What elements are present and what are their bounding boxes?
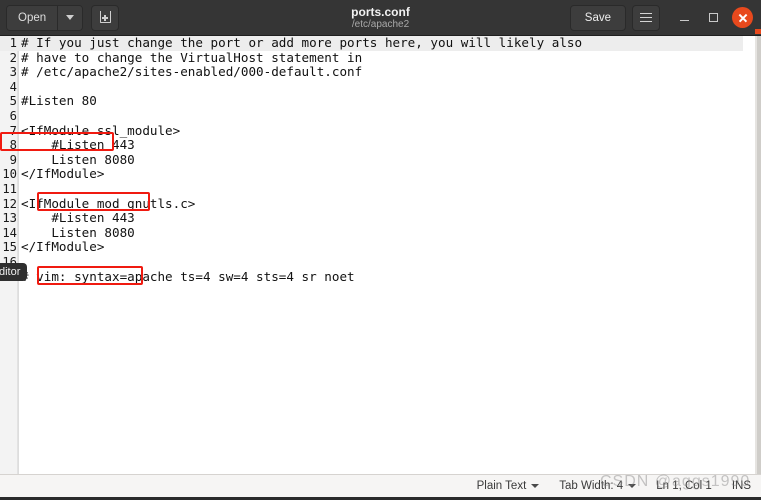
- text-editor-window: Open ports.conf /etc/apache2 Save 1 # If…: [0, 0, 761, 500]
- window-controls: [674, 7, 753, 28]
- code-line[interactable]: 10 </IfModule>: [0, 167, 743, 182]
- code-line[interactable]: 8 #Listen 443: [0, 138, 743, 153]
- open-dropdown-button[interactable]: [58, 5, 83, 30]
- line-number: 13: [2, 211, 17, 226]
- line-number: 12: [2, 196, 17, 211]
- line-source: </IfModule>: [21, 166, 105, 182]
- code-line[interactable]: 1 # If you just change the port or add mo…: [0, 36, 743, 51]
- header-left-actions: Open: [6, 4, 120, 31]
- code-line[interactable]: 2 # have to change the VirtualHost statem…: [0, 49, 743, 66]
- new-document-button[interactable]: [91, 4, 120, 31]
- line-source: #Listen 443: [21, 137, 135, 153]
- status-tooltip: ditor: [0, 263, 28, 281]
- minimize-icon: [679, 19, 689, 22]
- line-number: 9: [9, 152, 17, 167]
- tab-width-selector[interactable]: Tab Width: 4: [559, 480, 637, 492]
- line-number: 2: [9, 50, 17, 65]
- header-bar: Open ports.conf /etc/apache2 Save: [0, 0, 761, 36]
- code-text[interactable]: 1 # If you just change the port or add mo…: [0, 36, 743, 284]
- line-source: <IfModule ssl_module>: [21, 122, 181, 138]
- language-label: Plain Text: [476, 480, 527, 492]
- code-line[interactable]: 6: [0, 109, 743, 124]
- code-line[interactable]: 15 </IfModule>: [0, 240, 743, 255]
- line-number: 10: [2, 167, 17, 182]
- language-selector[interactable]: Plain Text: [477, 480, 540, 492]
- code-line[interactable]: 17# vim: syntax=apache ts=4 sw=4 sts=4 s…: [0, 268, 743, 285]
- editor-area[interactable]: 1 # If you just change the port or add mo…: [0, 36, 761, 474]
- line-number: 1: [9, 36, 17, 50]
- line-number: 3: [9, 65, 17, 80]
- tab-width-label: Tab Width: 4: [559, 480, 624, 492]
- line-source: </IfModule>: [21, 239, 105, 255]
- code-line[interactable]: 7 <IfModule ssl_module>: [0, 122, 743, 139]
- file-path-subtitle: /etc/apache2: [351, 19, 410, 30]
- chevron-down-icon: [66, 15, 75, 20]
- code-line[interactable]: 14 Listen 8080: [0, 224, 743, 241]
- cursor-position-label: Ln 1, Col 1: [656, 480, 712, 492]
- line-number: 15: [2, 240, 17, 255]
- maximize-icon: [708, 13, 718, 22]
- open-button[interactable]: Open: [7, 5, 59, 30]
- new-document-icon: [99, 11, 112, 24]
- insert-mode-label: INS: [731, 480, 751, 492]
- code-line[interactable]: 12 <IfModule mod_gnutls.c>: [0, 195, 743, 212]
- line-number: 11: [2, 181, 17, 196]
- line-number: 5: [9, 94, 17, 109]
- line-number: 14: [2, 225, 17, 240]
- open-button-group: Open: [6, 4, 84, 31]
- line-source: Listen 8080: [21, 151, 135, 167]
- save-button[interactable]: Save: [569, 4, 626, 31]
- status-bar: Plain Text Tab Width: 4 Ln 1, Col 1 INS: [0, 474, 761, 497]
- line-number: 4: [9, 79, 17, 94]
- line-source: #Listen 80: [21, 93, 97, 109]
- code-line[interactable]: 4: [0, 80, 743, 95]
- chevron-down-icon: [628, 484, 637, 488]
- code-line[interactable]: 16: [0, 255, 743, 270]
- line-number: 8: [9, 138, 17, 153]
- page-title: ports.conf: [351, 5, 410, 19]
- line-source: # vim: syntax=apache ts=4 sw=4 sts=4 sr …: [21, 268, 355, 284]
- code-line[interactable]: 11: [0, 182, 743, 197]
- close-button[interactable]: [732, 7, 753, 28]
- line-source: # /etc/apache2/sites-enabled/000-default…: [21, 64, 363, 80]
- line-source: <IfModule mod_gnutls.c>: [21, 195, 196, 211]
- code-line[interactable]: 9 Listen 8080: [0, 151, 743, 168]
- code-line[interactable]: 5 #Listen 80: [0, 94, 743, 109]
- hamburger-menu-icon: [640, 12, 652, 15]
- code-line[interactable]: 3 # /etc/apache2/sites-enabled/000-defaul…: [0, 65, 743, 80]
- header-accent-sliver: [755, 29, 761, 34]
- code-line[interactable]: 13 #Listen 443: [0, 211, 743, 226]
- line-source: # have to change the VirtualHost stateme…: [21, 49, 363, 65]
- maximize-button[interactable]: [703, 8, 723, 28]
- line-source: Listen 8080: [21, 224, 135, 240]
- line-number: 6: [9, 108, 17, 123]
- header-right-actions: Save: [569, 4, 755, 31]
- window-right-edge: [757, 36, 761, 474]
- chevron-down-icon: [531, 484, 540, 488]
- line-number: 7: [9, 123, 17, 138]
- line-source: # If you just change the port or add mor…: [21, 36, 583, 50]
- minimize-button[interactable]: [674, 8, 694, 28]
- line-source: #Listen 443: [21, 210, 135, 226]
- hamburger-menu-button[interactable]: [632, 4, 660, 31]
